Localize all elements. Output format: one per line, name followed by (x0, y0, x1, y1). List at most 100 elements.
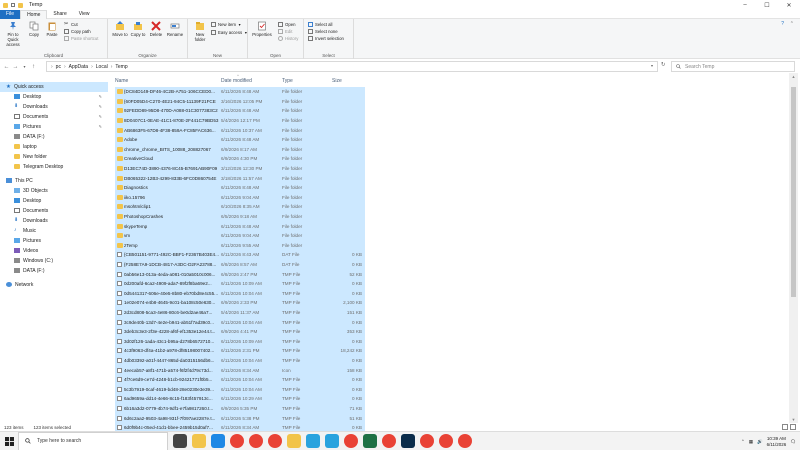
nav-this-pc[interactable]: This PC (0, 176, 108, 186)
table-row[interactable]: 3d02f126-1ada-43c1-b95a-d278b6572710... 6… (115, 336, 365, 347)
history-button[interactable]: History (278, 36, 298, 41)
volume-icon[interactable]: 🔊 (757, 439, 763, 445)
excel-app[interactable] (363, 434, 377, 448)
table-row[interactable]: msohtmlclip1 6/10/2026 8:35 AM File folder (115, 202, 365, 212)
table-row[interactable]: 1e02e074-e4b8-4645-9c01-ba108c50e630... 6… (115, 298, 365, 308)
address-field[interactable]: › pc › AppData › Local › Temp (46, 61, 658, 72)
new-item-button[interactable]: New item ▼ (211, 22, 241, 27)
table-row[interactable]: iiko.15796 6/11/2026 9:04 AM File folder (115, 192, 365, 203)
chrome-app[interactable] (268, 434, 282, 448)
up-arrow-icon[interactable]: ↑ (29, 64, 38, 70)
nav-pictures[interactable]: Pictures ✎ (0, 122, 108, 132)
file-explorer-app[interactable] (192, 434, 206, 448)
table-row[interactable]: {CB501151-9771-492C-BBF1-F2367B403E4... 6… (115, 250, 365, 260)
new-folder-icon[interactable] (18, 2, 23, 8)
nav-quick-access[interactable]: ★ Quick access (0, 82, 108, 92)
table-row[interactable]: skypeTemp 6/11/2026 8:48 AM File folder (115, 221, 365, 231)
nav-pc-downloads[interactable]: ⬇ Downloads (0, 216, 108, 226)
table-row[interactable]: 3c9de40b-13d7-4e2e-b941-ab51f7ad39c0... 6… (115, 317, 365, 327)
tab-home[interactable]: Home (20, 9, 48, 19)
table-row[interactable]: 5c3b7919-0caf-4619-bd48-28e0230e3e39... 6… (115, 384, 365, 395)
table-row[interactable]: {DC84D149-DF46-4C2B-A751-106CCED0... 6/11… (115, 87, 365, 97)
back-arrow-icon[interactable]: ← (2, 64, 11, 70)
select-all-button[interactable]: Select all (308, 22, 332, 27)
table-row[interactable]: PhotoshopCrashes 6/5/2026 9:18 AM File fol… (115, 211, 365, 222)
copy-button[interactable]: Copy (27, 21, 41, 37)
column-header-size[interactable]: Size (332, 76, 342, 85)
move-to-button[interactable]: Move to (112, 21, 128, 37)
column-header-name[interactable]: Name (115, 76, 128, 85)
table-row[interactable]: 2d3cd808-5ca3-4e86-80c6-be0d2ae46a7... 5/… (115, 307, 365, 318)
new-folder-button[interactable]: New folder (191, 21, 209, 42)
nav-new-folder[interactable]: New folder (0, 152, 108, 162)
notifications-icon[interactable]: 🗨 (790, 439, 796, 445)
scrollbar-thumb[interactable] (791, 87, 796, 297)
task-view-app[interactable] (173, 434, 187, 448)
help-icon[interactable]: ? (781, 21, 784, 27)
table-row[interactable]: Diagnostics 6/11/2026 8:48 AM File folder (115, 183, 365, 193)
edit-button[interactable]: Edit (278, 29, 292, 34)
table-row[interactable]: zTemp 6/11/2026 9:55 AM File folder (115, 240, 365, 251)
rename-button[interactable]: Rename (166, 21, 184, 37)
edge-app[interactable] (211, 434, 225, 448)
tray-chevron-icon[interactable]: ⌃ (741, 439, 745, 445)
vertical-scrollbar[interactable]: ▲ ▼ (789, 73, 798, 423)
table-row[interactable]: CreativeCloud 6/9/2026 4:30 PM File folder (115, 154, 365, 164)
breadcrumb-local[interactable]: Local (96, 64, 108, 70)
close-button[interactable]: ✕ (778, 0, 800, 10)
table-row[interactable]: vm 6/11/2026 9:04 AM File folder (115, 231, 365, 241)
scroll-up-icon[interactable]: ▲ (789, 74, 798, 79)
clock[interactable]: 10:39 AM 6/11/2026 (767, 436, 787, 448)
table-row[interactable]: 0d200afd-6ca2-4909-ada7-89f2f8ba69e2... 6… (115, 279, 365, 289)
table-row[interactable]: 92FEDD89-95D8-470D-A088-01C3077383C2 6/11… (115, 106, 365, 116)
nav-windows-drive[interactable]: Windows (C:) (0, 256, 108, 266)
recent-locations-chevron-icon[interactable]: ▾ (20, 64, 29, 69)
properties-icon[interactable] (11, 3, 15, 7)
paste-shortcut-button[interactable]: Paste shortcut (64, 36, 98, 41)
tab-file[interactable]: File (0, 9, 21, 19)
nav-pc-documents[interactable]: Documents (0, 206, 108, 216)
nav-music[interactable]: ♪ Music (0, 226, 108, 236)
table-row[interactable]: 6ad9659a-dd14-4e66-8c15-f183f457913c... 6… (115, 394, 365, 404)
nav-3d-objects[interactable]: 3D Objects (0, 186, 108, 196)
refresh-icon[interactable]: ↻ (661, 62, 666, 68)
chrome-app[interactable] (458, 434, 472, 448)
large-icons-view-icon[interactable] (790, 424, 796, 430)
copy-path-button[interactable]: Copy path (64, 29, 91, 34)
collapse-ribbon-icon[interactable]: ⌃ (790, 21, 794, 27)
easy-access-button[interactable]: Easy access ▼ (211, 30, 248, 35)
nav-pc-pictures[interactable]: Pictures (0, 236, 108, 246)
maximize-button[interactable]: ☐ (756, 0, 778, 10)
nav-downloads[interactable]: ⬇ Downloads ✎ (0, 102, 108, 112)
properties-button[interactable]: Properties (251, 21, 273, 37)
select-none-button[interactable]: Select none (308, 29, 338, 34)
pin-quick-access-button[interactable]: Pin to Quick access (2, 21, 24, 47)
explorer-app[interactable] (287, 434, 301, 448)
table-row[interactable]: {F258E7A9-1DCB-4817-A3DC-D2FA23788... 6/8… (115, 259, 365, 270)
nav-pc-desktop[interactable]: Desktop (0, 196, 108, 206)
tab-share[interactable]: Share (47, 10, 72, 19)
nav-pc-data-drive[interactable]: DATA (F:) (0, 266, 108, 276)
table-row[interactable]: 3deb3c3e3-2f3e-4228-af6f-ef1353e12e44.t.… (115, 327, 365, 337)
invert-selection-button[interactable]: Invert selection (308, 36, 344, 41)
chrome-app[interactable] (382, 434, 396, 448)
table-row[interactable]: Adobe 6/11/2026 8:48 AM File folder (115, 135, 365, 145)
nav-data-drive[interactable]: DATA (F:) (0, 132, 108, 142)
table-row[interactable]: DB065322-12B3-4299-833B-6FC0D860754E 3/18… (115, 173, 365, 183)
telegram-app[interactable] (325, 434, 339, 448)
scroll-down-icon[interactable]: ▼ (789, 417, 798, 422)
open-button[interactable]: Open (278, 22, 296, 27)
chrome-app[interactable] (439, 434, 453, 448)
nav-telegram-desktop[interactable]: Telegram Desktop (0, 162, 108, 172)
nav-network[interactable]: Network (0, 280, 108, 290)
cut-button[interactable]: ✂ Cut (64, 22, 78, 28)
table-row[interactable]: 4f7ce6d9-ce7d-4248-b1cb-92421771f0b5... 6… (115, 375, 365, 385)
nav-desktop[interactable]: Desktop ✎ (0, 92, 108, 102)
chrome-app[interactable] (420, 434, 434, 448)
delete-button[interactable]: Delete (148, 21, 164, 37)
telegram-app[interactable] (306, 434, 320, 448)
chrome-app[interactable] (230, 434, 244, 448)
search-input[interactable]: Search Temp (671, 61, 795, 72)
table-row[interactable]: 4eecab57-a8f1-471b-a574-f6f2f4d79c73d...… (115, 365, 365, 375)
chrome-app[interactable] (344, 434, 358, 448)
